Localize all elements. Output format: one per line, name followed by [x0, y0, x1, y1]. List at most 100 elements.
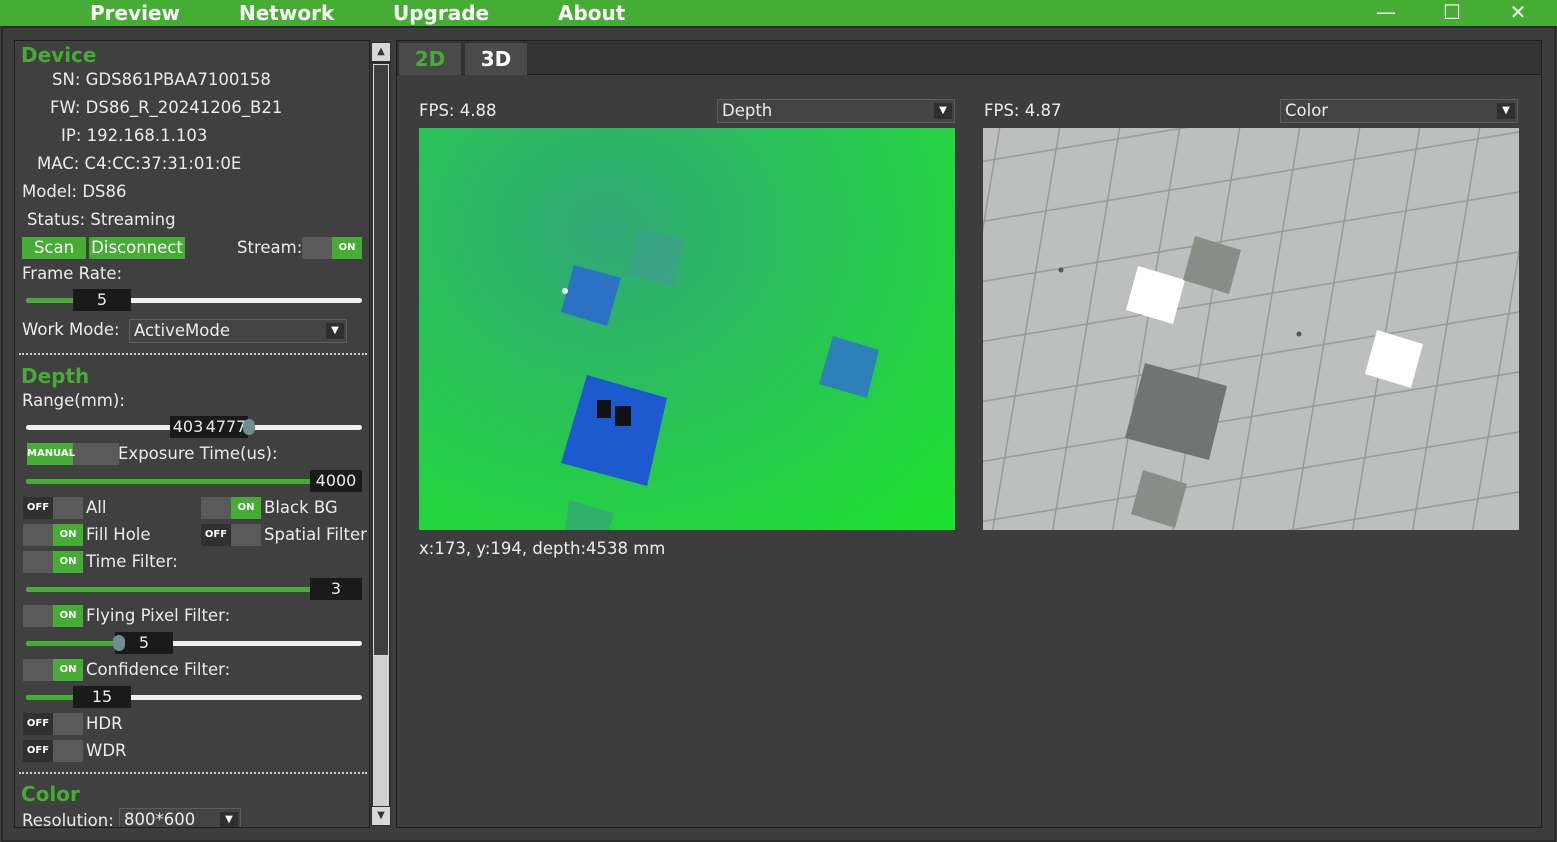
confidence-toggle[interactable]: ON — [23, 659, 83, 681]
frame-rate-slider-fill — [26, 298, 76, 303]
work-mode-label: Work Mode: — [22, 320, 120, 339]
depth-image-content — [561, 228, 879, 530]
device-ip: IP: 192.168.1.103 — [61, 126, 208, 145]
exposure-value[interactable]: 4000 — [310, 470, 362, 492]
right-view-mode: Color — [1285, 101, 1329, 120]
flying-pixel-handle[interactable] — [113, 635, 125, 651]
hdr-toggle[interactable]: OFF — [23, 713, 83, 735]
confidence-slider-fill — [26, 695, 78, 700]
scroll-thumb[interactable] — [373, 64, 389, 656]
toggle-state: ON — [332, 237, 362, 259]
stream-label: Stream: — [237, 238, 303, 257]
range-min-value[interactable]: 403 — [170, 416, 206, 438]
disconnect-button[interactable]: Disconnect — [89, 237, 185, 259]
device-fw: FW: DS86_R_20241206_B21 — [50, 98, 283, 117]
toggle-state: ON — [53, 551, 83, 573]
left-view-mode: Depth — [722, 101, 773, 120]
all-label: All — [86, 498, 107, 517]
tab-2d[interactable]: 2D — [399, 43, 461, 75]
scroll-down-icon[interactable]: ▼ — [372, 807, 390, 825]
toggle-state: OFF — [201, 524, 231, 546]
fill-hole-label: Fill Hole — [86, 525, 151, 544]
resolution-label: Resolution: — [22, 811, 114, 828]
title-bar: Preview Network Upgrade About — ☐ ✕ — [0, 0, 1557, 26]
toggle-state: ON — [231, 497, 261, 519]
time-filter-slider-fill — [26, 587, 326, 592]
resolution-select[interactable]: 800*600 ▼ — [119, 808, 241, 828]
black-bg-label: Black BG — [264, 498, 338, 517]
scan-button[interactable]: Scan — [22, 237, 86, 259]
settings-scrollbar[interactable]: ▲ ▼ — [371, 42, 391, 826]
menu-network[interactable]: Network — [239, 1, 334, 25]
flying-pixel-slider-fill — [26, 641, 122, 646]
depth-image[interactable] — [419, 128, 955, 530]
time-filter-value[interactable]: 3 — [310, 578, 362, 600]
toggle-state: ON — [53, 605, 83, 627]
exposure-label: Exposure Time(us): — [118, 444, 278, 463]
frame-rate-value[interactable]: 5 — [73, 289, 131, 311]
color-image[interactable] — [983, 128, 1519, 530]
device-status: Status: Streaming — [27, 210, 176, 229]
color-fps: FPS: 4.87 — [984, 101, 1062, 120]
depth-pixel-readout: x:173, y:194, depth:4538 mm — [419, 539, 666, 558]
right-view-select[interactable]: Color ▼ — [1280, 99, 1518, 123]
confidence-value[interactable]: 15 — [73, 686, 131, 708]
time-filter-label: Time Filter: — [86, 552, 178, 571]
range-max-value[interactable]: 4777 — [204, 416, 248, 438]
spatial-filter-toggle[interactable]: OFF — [201, 524, 261, 546]
divider — [19, 353, 367, 355]
exposure-slider-fill — [26, 479, 326, 484]
range-handle[interactable] — [243, 419, 255, 435]
work-mode-select[interactable]: ActiveMode ▼ — [129, 319, 347, 343]
toggle-state: OFF — [23, 497, 53, 519]
spatial-filter-label: Spatial Filter — [264, 525, 367, 544]
settings-panel: Device SN: GDS861PBAA7100158 FW: DS86_R_… — [14, 40, 370, 828]
toggle-state: OFF — [23, 713, 53, 735]
wdr-toggle[interactable]: OFF — [23, 740, 83, 762]
chevron-down-icon: ▼ — [934, 103, 952, 119]
fill-hole-toggle[interactable]: ON — [23, 524, 83, 546]
chevron-down-icon: ▼ — [1497, 103, 1515, 119]
toggle-state: OFF — [23, 740, 53, 762]
divider — [19, 772, 367, 774]
toggle-state: ON — [53, 659, 83, 681]
minimize-icon[interactable]: — — [1366, 0, 1406, 26]
close-icon[interactable]: ✕ — [1498, 0, 1538, 26]
device-model: Model: DS86 — [22, 182, 127, 201]
work-mode-value: ActiveMode — [134, 321, 230, 340]
black-bg-toggle[interactable]: ON — [201, 497, 261, 519]
range-label: Range(mm): — [22, 391, 125, 410]
toggle-state: MANUAL — [27, 443, 75, 465]
time-filter-toggle[interactable]: ON — [23, 551, 83, 573]
hdr-label: HDR — [86, 714, 123, 733]
depth-section-title: Depth — [21, 364, 90, 388]
color-image-content — [983, 128, 1519, 530]
confidence-label: Confidence Filter: — [86, 660, 231, 679]
chevron-down-icon: ▼ — [220, 812, 238, 827]
view-tabs: 2D 3D — [397, 41, 1541, 75]
toggle-state: ON — [53, 524, 83, 546]
scroll-track[interactable] — [373, 656, 389, 806]
tab-3d[interactable]: 3D — [465, 43, 527, 75]
device-section-title: Device — [21, 43, 97, 67]
menu-upgrade[interactable]: Upgrade — [393, 1, 489, 25]
left-view-select[interactable]: Depth ▼ — [717, 99, 955, 123]
device-sn: SN: GDS861PBAA7100158 — [52, 70, 271, 89]
device-mac: MAC: C4:CC:37:31:01:0E — [37, 154, 242, 173]
preview-panel: 2D 3D FPS: 4.88 Depth ▼ x:173, y:194, de… — [396, 40, 1542, 828]
stream-toggle[interactable]: ON — [302, 237, 362, 259]
maximize-icon[interactable]: ☐ — [1432, 0, 1472, 26]
all-toggle[interactable]: OFF — [23, 497, 83, 519]
wdr-label: WDR — [86, 741, 127, 760]
menu-preview[interactable]: Preview — [90, 1, 180, 25]
exposure-mode-toggle[interactable]: MANUAL — [27, 443, 119, 465]
resolution-value: 800*600 — [124, 810, 196, 828]
frame-rate-label: Frame Rate: — [22, 264, 123, 283]
scroll-up-icon[interactable]: ▲ — [372, 43, 390, 61]
flying-pixel-toggle[interactable]: ON — [23, 605, 83, 627]
depth-fps: FPS: 4.88 — [419, 101, 497, 120]
flying-pixel-label: Flying Pixel Filter: — [86, 606, 231, 625]
color-section-title: Color — [21, 782, 80, 806]
chevron-down-icon: ▼ — [326, 323, 344, 339]
menu-about[interactable]: About — [558, 1, 625, 25]
